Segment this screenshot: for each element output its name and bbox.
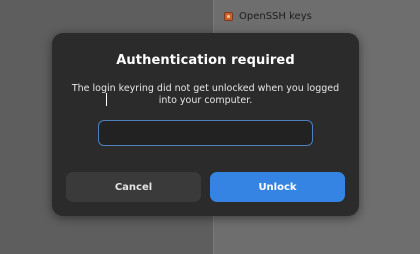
cancel-button[interactable]: Cancel [66,172,201,202]
unlock-button[interactable]: Unlock [210,172,345,202]
dialog-title: Authentication required [116,53,295,68]
text-caret [106,93,107,106]
password-field[interactable] [98,120,313,146]
background-list-item-openssh-keys[interactable]: OpenSSH keys [224,9,312,23]
background-list-item-label: OpenSSH keys [239,10,312,22]
keyring-icon [224,11,233,21]
authentication-dialog: Authentication required The login keyrin… [52,33,359,216]
